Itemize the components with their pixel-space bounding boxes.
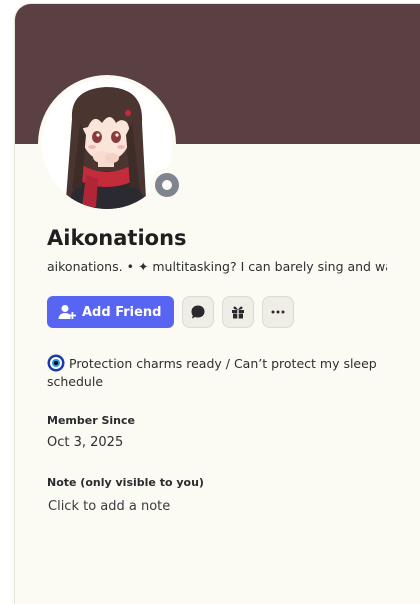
custom-status-text: Protection charms ready / Can’t protect … [47, 356, 377, 389]
status-indicator [150, 168, 184, 202]
member-since-value: Oct 3, 2025 [47, 435, 124, 450]
ellipsis-icon [271, 310, 284, 314]
note-label: Note (only visible to you) [47, 476, 204, 489]
avatar-container[interactable] [38, 75, 184, 213]
profile-subline: aikonations. • ✦ multitasking? I can bar… [47, 259, 387, 274]
gift-button[interactable] [221, 296, 254, 328]
profile-card: Aikonations aikonations. • ✦ multitaskin… [15, 4, 420, 604]
gift-icon [231, 306, 244, 319]
note-input[interactable]: Click to add a note [47, 499, 170, 514]
username: aikonations. [47, 259, 123, 274]
separator-dot: • [126, 259, 134, 274]
add-friend-button[interactable]: Add Friend [47, 296, 174, 328]
offline-status-icon [155, 173, 179, 197]
display-name: Aikonations [47, 226, 187, 250]
profile-actions: Add Friend [47, 296, 294, 328]
member-since-label: Member Since [47, 414, 135, 427]
add-friend-icon [58, 305, 76, 319]
custom-status: Protection charms ready / Can’t protect … [47, 354, 377, 391]
message-button[interactable] [181, 296, 214, 328]
add-friend-label: Add Friend [82, 304, 162, 320]
nazar-amulet-icon [47, 354, 65, 372]
bio-preview: ✦ multitasking? I can barely sing and wa [137, 259, 387, 274]
chat-bubble-icon [191, 305, 204, 319]
more-options-button[interactable] [261, 296, 294, 328]
